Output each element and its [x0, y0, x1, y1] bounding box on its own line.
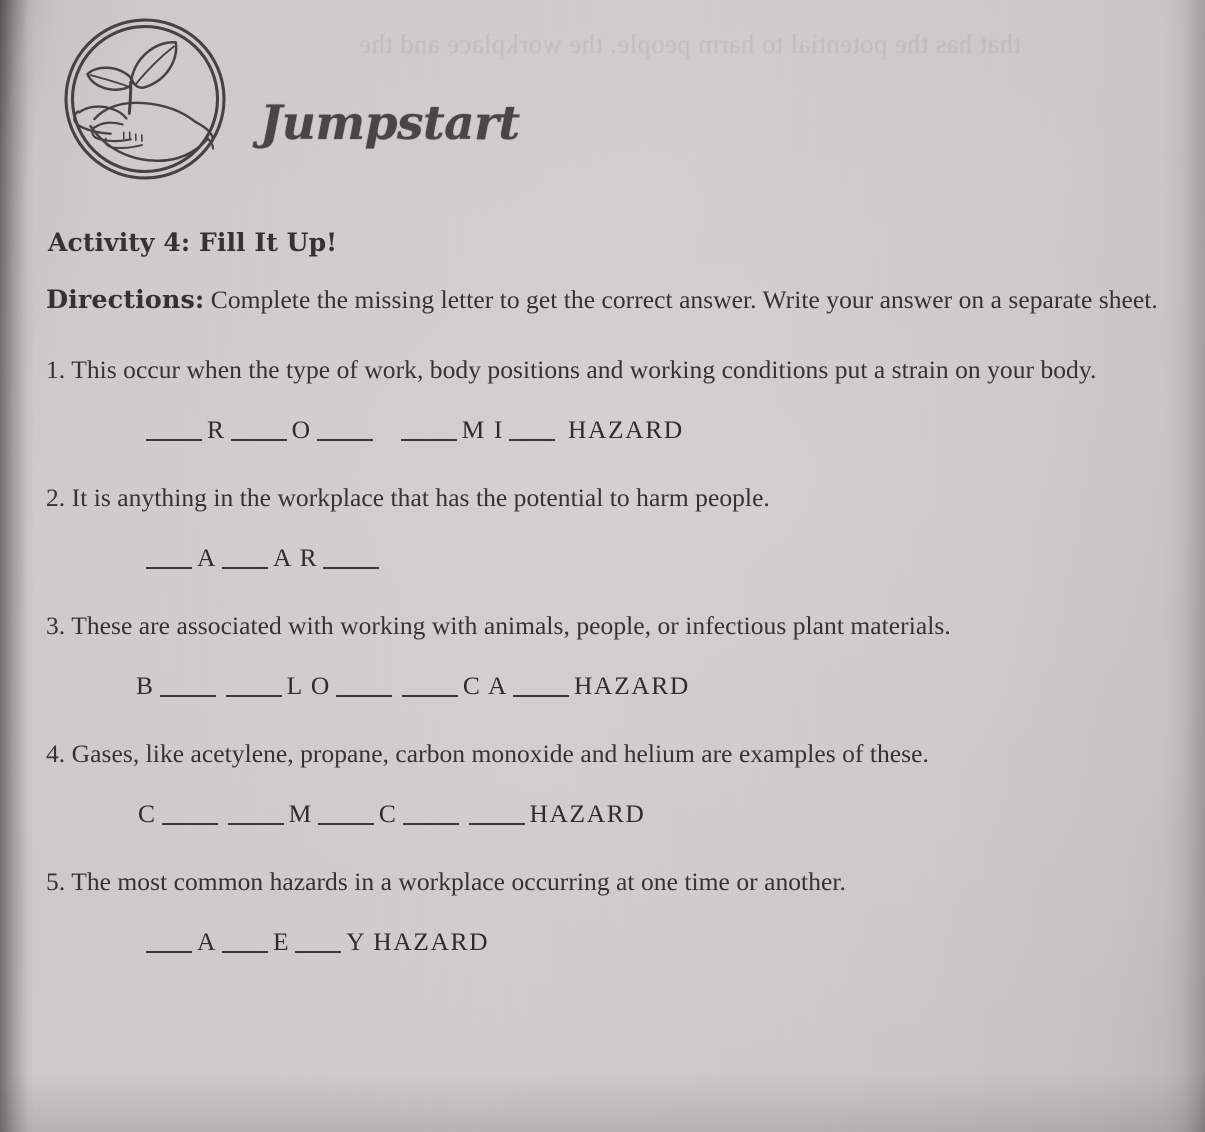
hand-holding-sprout-icon [58, 12, 232, 186]
question-1-number: 1. [46, 355, 66, 384]
answer-letter: M [288, 799, 313, 828]
directions-text: Complete the missing letter to get the c… [210, 285, 1158, 314]
worksheet-content: Jumpstart Activity 4: Fill It Up! Direct… [0, 0, 1205, 1132]
answer-blank[interactable] [146, 567, 192, 569]
question-5-answer-line[interactable]: A E Y HAZARD [46, 920, 1174, 964]
answer-blank[interactable] [402, 823, 459, 825]
question-5-text: The most common hazards in a workplace o… [71, 867, 846, 896]
question-item-4: 4. Gases, like acetylene, propane, carbo… [46, 730, 1174, 836]
question-1-prompt: 1. This occur when the type of work, bod… [46, 346, 1174, 394]
answer-blank[interactable] [468, 823, 525, 825]
answer-letter: A [197, 543, 218, 572]
directions-label: Directions: [46, 285, 205, 315]
question-4-prompt: 4. Gases, like acetylene, propane, carbo… [46, 730, 1174, 778]
question-5-prompt: 5. The most common hazards in a workplac… [46, 858, 1174, 906]
answer-letter: R [207, 415, 226, 444]
answer-blank[interactable] [227, 823, 284, 825]
worksheet-header: Jumpstart [60, 14, 520, 184]
answer-blank[interactable] [159, 695, 216, 697]
answer-letter: C [138, 799, 157, 828]
answer-blank[interactable] [146, 951, 192, 953]
question-3-prompt: 3. These are associated with working wit… [46, 602, 1174, 650]
answer-letter: B [136, 671, 155, 700]
directions-paragraph: Directions: Complete the missing letter … [46, 276, 1174, 324]
answer-letter: C A [462, 671, 509, 700]
answer-blank[interactable] [317, 823, 374, 825]
question-3-answer-line[interactable]: B L O C A HAZARD [46, 664, 1174, 708]
answer-blank[interactable] [146, 439, 202, 441]
answer-blank[interactable] [335, 695, 392, 697]
brand-title: Jumpstart [260, 95, 520, 151]
question-item-1: 1. This occur when the type of work, bod… [46, 346, 1174, 452]
answer-blank[interactable] [401, 695, 458, 697]
answer-blank[interactable] [230, 439, 287, 441]
worksheet-body: Activity 4: Fill It Up! Directions: Comp… [46, 228, 1174, 964]
answer-letter: A R [273, 543, 319, 572]
question-1-text: This occur when the type of work, body p… [71, 355, 1097, 384]
answer-letter: L O [286, 671, 331, 700]
answer-letter: A [197, 927, 218, 956]
answer-letter: E [273, 927, 291, 956]
activity-title: Activity 4: Fill It Up! [48, 228, 338, 257]
answer-blank[interactable] [316, 439, 373, 441]
question-4-answer-line[interactable]: C M C HAZARD [46, 792, 1174, 836]
answer-blank[interactable] [161, 823, 218, 825]
answer-letter: M I [461, 415, 504, 444]
question-2-number: 2. [46, 483, 66, 512]
question-item-2: 2. It is anything in the workplace that … [46, 474, 1174, 580]
question-2-answer-line[interactable]: AA R [46, 536, 1174, 580]
answer-blank[interactable] [222, 567, 269, 569]
question-3-number: 3. [46, 611, 66, 640]
question-5-number: 5. [46, 867, 66, 896]
question-1-answer-line[interactable]: R O M I HAZARD [46, 408, 1174, 452]
answer-blank[interactable] [323, 567, 380, 569]
question-2-prompt: 2. It is anything in the workplace that … [46, 474, 1174, 522]
answer-letter: O [291, 415, 312, 444]
question-item-5: 5. The most common hazards in a workplac… [46, 858, 1174, 964]
answer-letter: C [378, 799, 398, 828]
answer-blank[interactable] [225, 695, 282, 697]
answer-blank[interactable] [295, 951, 342, 953]
answer-suffix: Y HAZARD [346, 927, 490, 956]
answer-suffix: HAZARD [567, 415, 684, 444]
question-4-text: Gases, like acetylene, propane, carbon m… [71, 739, 929, 768]
question-3-text: These are associated with working with a… [71, 611, 951, 640]
answer-blank[interactable] [400, 439, 457, 441]
question-2-text: It is anything in the workplace that has… [71, 483, 770, 512]
answer-blank[interactable] [513, 695, 570, 697]
answer-blank[interactable] [222, 951, 269, 953]
question-4-number: 4. [46, 739, 66, 768]
answer-suffix: HAZARD [574, 671, 690, 700]
answer-blank[interactable] [508, 439, 555, 441]
question-item-3: 3. These are associated with working wit… [46, 602, 1174, 708]
answer-suffix: HAZARD [529, 799, 646, 828]
